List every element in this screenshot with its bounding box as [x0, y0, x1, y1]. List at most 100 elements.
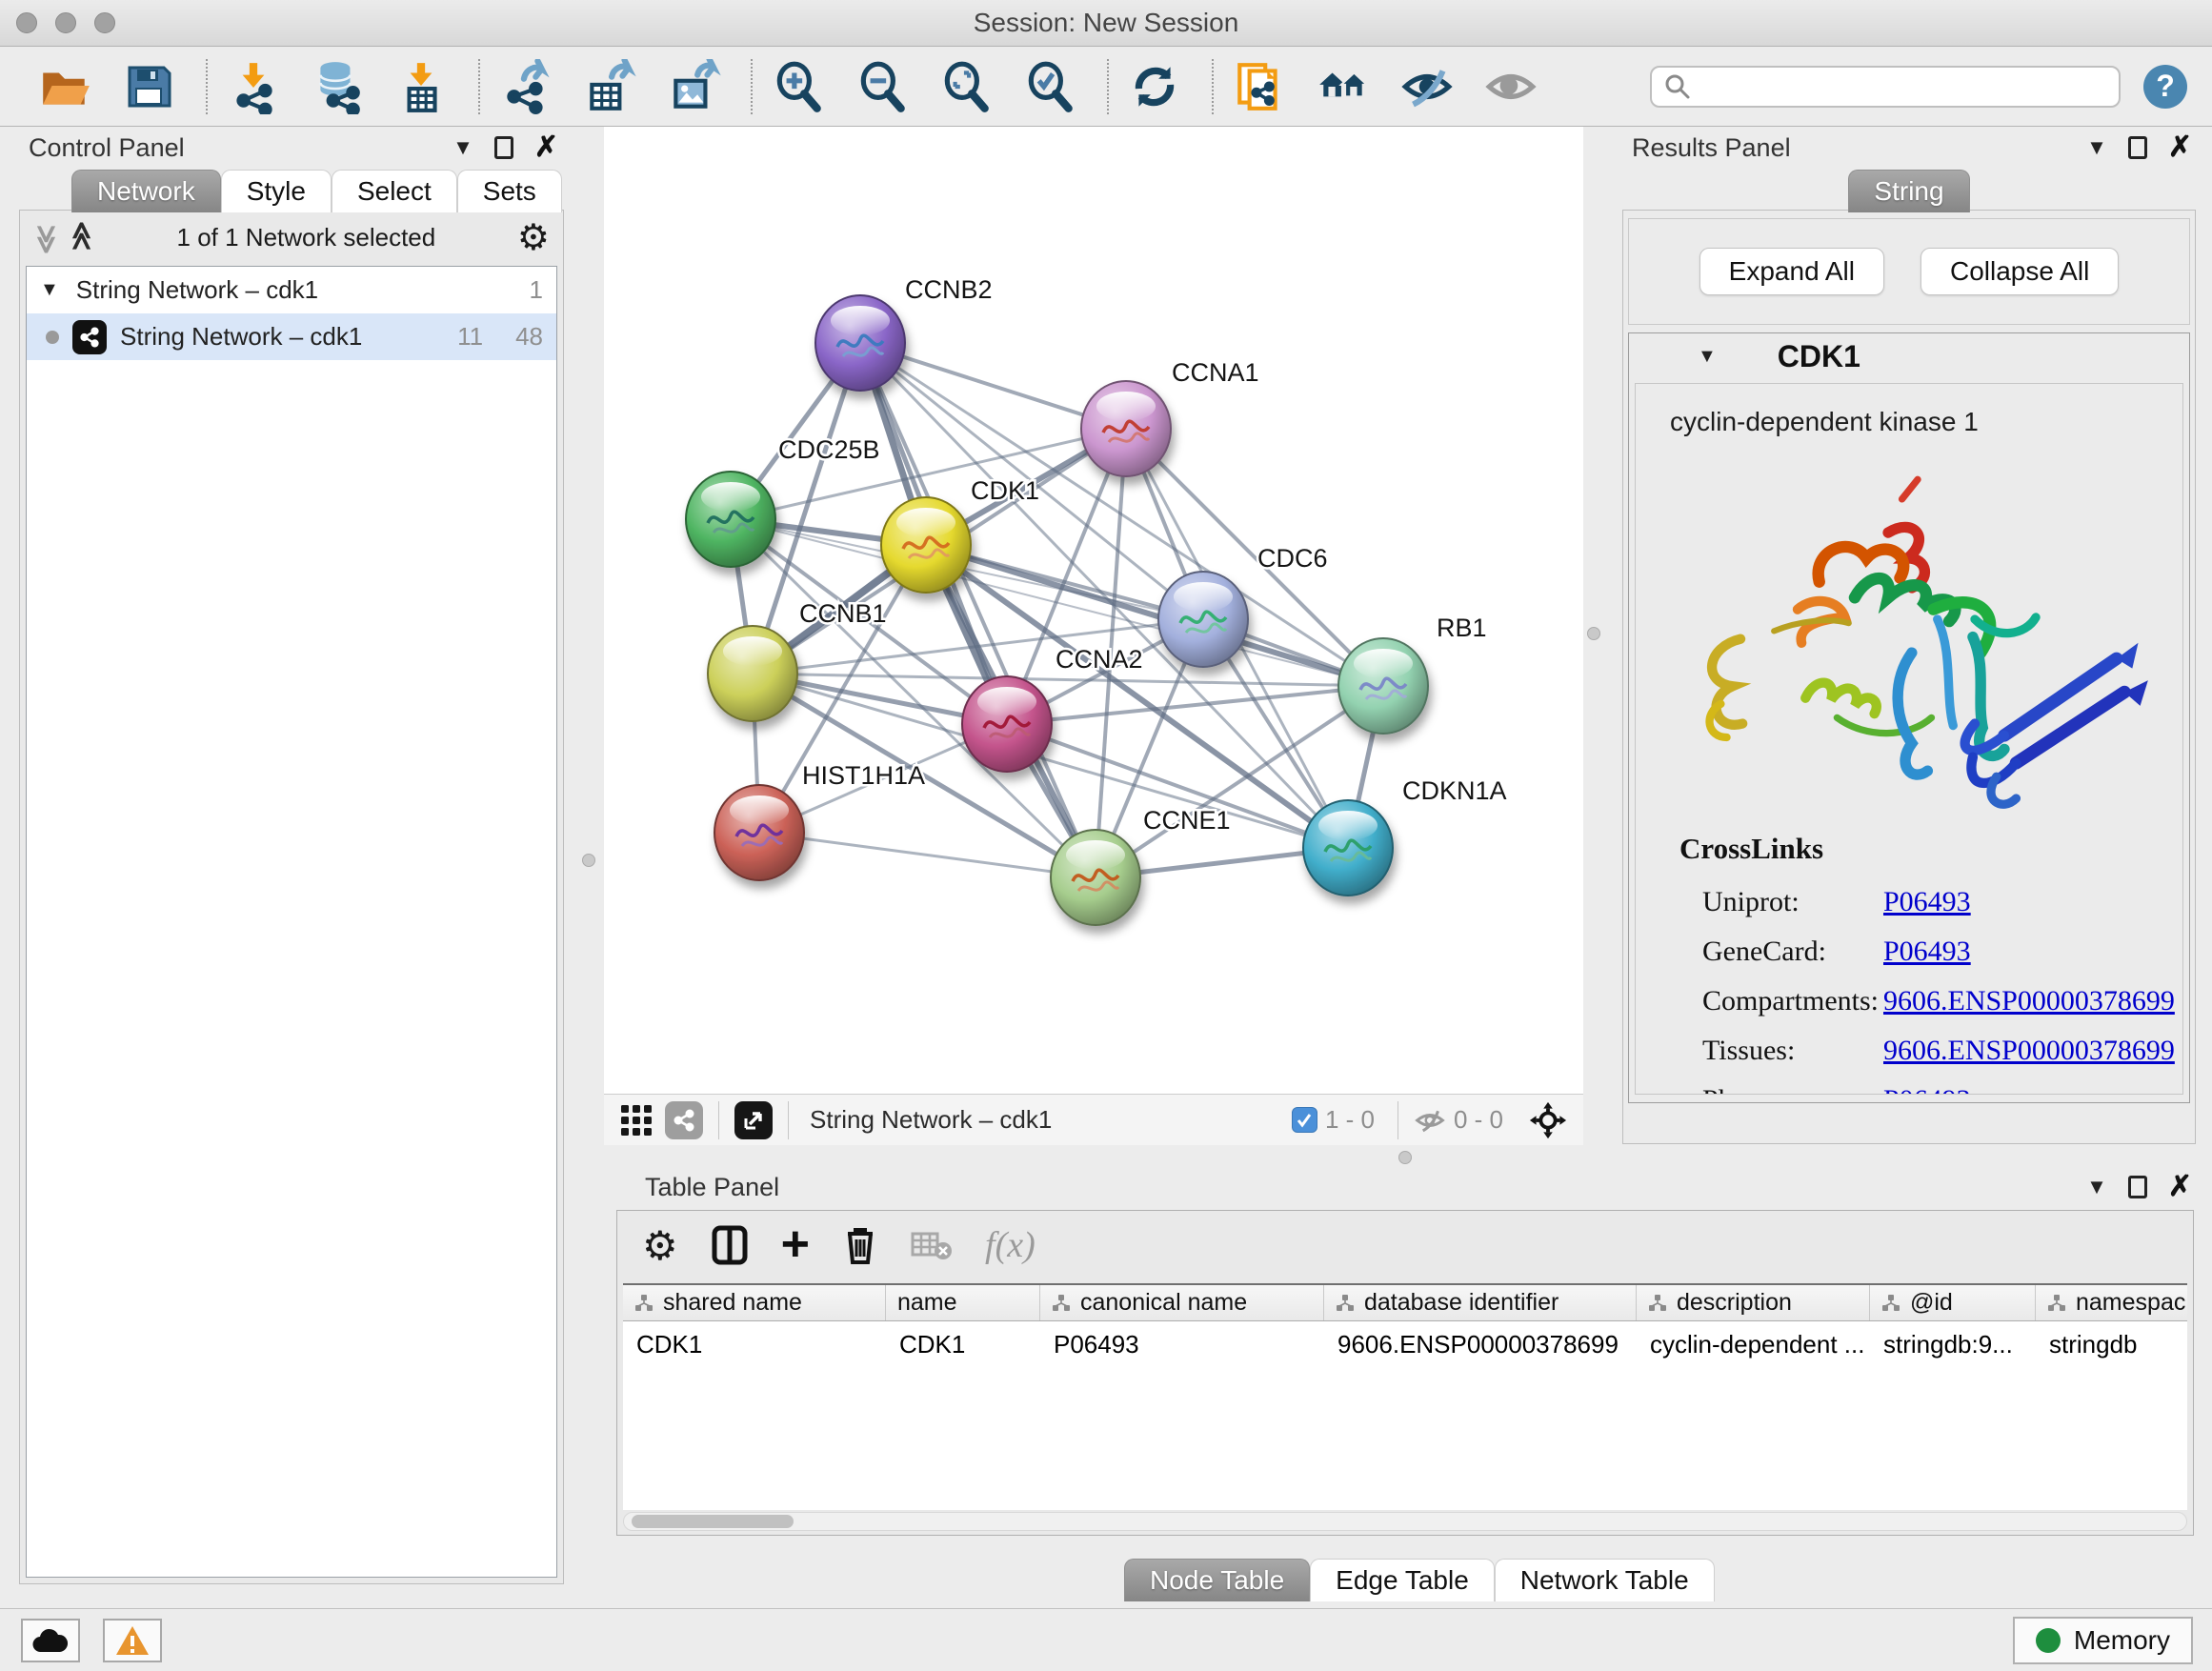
column-header--id[interactable]: @id — [1870, 1285, 2036, 1320]
node-CDK1[interactable] — [881, 497, 971, 593]
node-label-CCNB2: CCNB2 — [905, 275, 993, 304]
clone-network-button[interactable] — [1231, 58, 1288, 115]
selected-indicator-checkbox[interactable] — [1292, 1107, 1317, 1133]
horizontal-scrollbar[interactable] — [623, 1512, 2187, 1531]
zoom-out-button[interactable] — [854, 58, 911, 115]
edge-CCNB2-CCNE1[interactable] — [860, 343, 1096, 877]
search-input[interactable] — [1692, 71, 2119, 101]
export-image-button[interactable] — [665, 58, 722, 115]
node-RB1[interactable] — [1338, 638, 1428, 734]
gene-symbol: CDK1 — [1778, 339, 1860, 374]
detach-view-button[interactable] — [734, 1101, 773, 1139]
pan-crosshair-icon[interactable] — [1528, 1100, 1568, 1140]
tab-network-table[interactable]: Network Table — [1495, 1559, 1715, 1601]
tree-expand-icon[interactable]: ▼ — [40, 279, 59, 301]
gene-section-header[interactable]: ▼ CDK1 — [1629, 333, 2189, 379]
save-floppy-icon — [122, 60, 175, 113]
add-column-icon[interactable]: + — [781, 1225, 810, 1265]
node-table[interactable]: shared namenamecanonical namedatabase id… — [623, 1283, 2187, 1510]
external-arrow-icon — [742, 1109, 765, 1132]
panel-menu-icon[interactable]: ▼ — [2086, 1175, 2107, 1199]
panel-menu-icon[interactable]: ▼ — [452, 135, 473, 160]
cloud-icon — [31, 1627, 70, 1654]
delete-column-icon[interactable] — [842, 1224, 878, 1266]
node-CCNB1[interactable] — [708, 626, 797, 721]
tab-select[interactable]: Select — [332, 170, 457, 212]
column-header-name[interactable]: name — [886, 1285, 1040, 1320]
birds-eye-view-icon[interactable] — [619, 1103, 654, 1137]
cloud-button[interactable] — [21, 1619, 80, 1662]
node-CDC25B[interactable] — [686, 472, 775, 567]
crosslink-link[interactable]: P06493 — [1883, 886, 1971, 918]
hide-selected-button[interactable] — [1398, 58, 1456, 115]
crosslink-link[interactable]: P06493 — [1883, 1084, 1971, 1095]
crosslink-link[interactable]: P06493 — [1883, 936, 1971, 968]
column-header-database-identifier[interactable]: database identifier — [1324, 1285, 1637, 1320]
column-header-description[interactable]: description — [1637, 1285, 1870, 1320]
expand-all-icon[interactable]: ≫ — [66, 224, 99, 250]
right-splitter-handle[interactable] — [1587, 627, 1600, 640]
node-CCNB2[interactable] — [815, 295, 905, 391]
network-view[interactable]: CCNB2CCNA1CDC25BCDK1CDC6RB1CCNB1CCNA2CDK… — [604, 127, 1583, 1145]
close-panel-icon[interactable]: ✗ — [534, 133, 558, 162]
export-network-button[interactable] — [497, 58, 554, 115]
show-all-button[interactable] — [1482, 58, 1539, 115]
crosslink-link[interactable]: 9606.ENSP00000378699 — [1883, 1035, 2175, 1067]
fit-content-button[interactable] — [937, 58, 995, 115]
tab-network[interactable]: Network — [71, 170, 221, 212]
memory-button[interactable]: Memory — [2013, 1617, 2193, 1664]
column-header-canonical-name[interactable]: canonical name — [1040, 1285, 1324, 1320]
edge-HIST1H1A-CCNE1[interactable] — [759, 833, 1096, 877]
close-panel-icon[interactable]: ✗ — [2168, 1173, 2192, 1201]
collapse-all-icon[interactable]: ≫ — [30, 224, 63, 250]
float-panel-icon[interactable] — [494, 136, 513, 159]
shared-column-icon — [1881, 1294, 1900, 1313]
network-collection-row[interactable]: ▼ String Network – cdk1 1 — [27, 267, 556, 313]
gear-icon[interactable]: ⚙ — [517, 216, 550, 259]
warnings-button[interactable] — [103, 1619, 162, 1662]
column-header-namespac[interactable]: namespac — [2036, 1285, 2187, 1320]
float-panel-icon[interactable] — [2128, 136, 2147, 159]
zoom-selected-button[interactable] — [1021, 58, 1078, 115]
first-neighbors-button[interactable] — [1315, 58, 1372, 115]
collapse-all-button[interactable]: Collapse All — [1920, 248, 2119, 295]
tab-style[interactable]: Style — [221, 170, 332, 212]
import-network-from-database-button[interactable] — [309, 58, 366, 115]
float-panel-icon[interactable] — [2128, 1176, 2147, 1198]
refresh-view-button[interactable] — [1126, 58, 1183, 115]
crosslink-link[interactable]: 9606.ENSP00000378699 — [1883, 985, 2175, 1017]
network-overview-toggle[interactable] — [665, 1101, 703, 1139]
left-splitter-handle[interactable] — [582, 854, 595, 867]
panel-menu-icon[interactable]: ▼ — [2086, 135, 2107, 160]
bottom-splitter-handle[interactable] — [1398, 1151, 1412, 1164]
node-HIST1H1A[interactable] — [714, 785, 804, 880]
column-header-shared-name[interactable]: shared name — [623, 1285, 886, 1320]
scrollbar-thumb[interactable] — [632, 1515, 794, 1528]
node-CDC6[interactable] — [1158, 572, 1248, 667]
help-button[interactable]: ? — [2143, 65, 2187, 109]
tab-edge-table[interactable]: Edge Table — [1310, 1559, 1495, 1601]
zoom-in-button[interactable] — [770, 58, 827, 115]
export-table-button[interactable] — [581, 58, 638, 115]
expand-all-button[interactable]: Expand All — [1699, 248, 1884, 295]
table-row[interactable]: CDK1CDK1P064939606.ENSP00000378699cyclin… — [623, 1321, 2187, 1367]
save-session-button[interactable] — [120, 58, 177, 115]
import-table-from-file-button[interactable] — [392, 58, 450, 115]
network-row[interactable]: String Network – cdk1 11 48 — [27, 313, 556, 360]
open-session-button[interactable] — [36, 58, 93, 115]
node-CCNA2[interactable] — [962, 676, 1052, 772]
tab-string[interactable]: String — [1848, 170, 1969, 212]
table-settings-icon[interactable]: ⚙ — [642, 1222, 678, 1269]
node-CDKN1A[interactable] — [1303, 800, 1393, 896]
tab-node-table[interactable]: Node Table — [1124, 1559, 1310, 1601]
show-columns-icon[interactable] — [711, 1224, 749, 1266]
node-CCNE1[interactable] — [1051, 830, 1140, 925]
import-network-from-file-button[interactable] — [225, 58, 282, 115]
protein-structure-image — [1678, 472, 2154, 826]
close-panel-icon[interactable]: ✗ — [2168, 133, 2192, 162]
zoom-in-icon — [771, 59, 826, 114]
network-canvas[interactable]: CCNB2CCNA1CDC25BCDK1CDC6RB1CCNB1CCNA2CDK… — [604, 127, 1583, 1094]
collapse-section-icon[interactable]: ▼ — [1698, 346, 1717, 368]
tab-sets[interactable]: Sets — [457, 170, 562, 212]
node-CCNA1[interactable] — [1081, 381, 1171, 476]
